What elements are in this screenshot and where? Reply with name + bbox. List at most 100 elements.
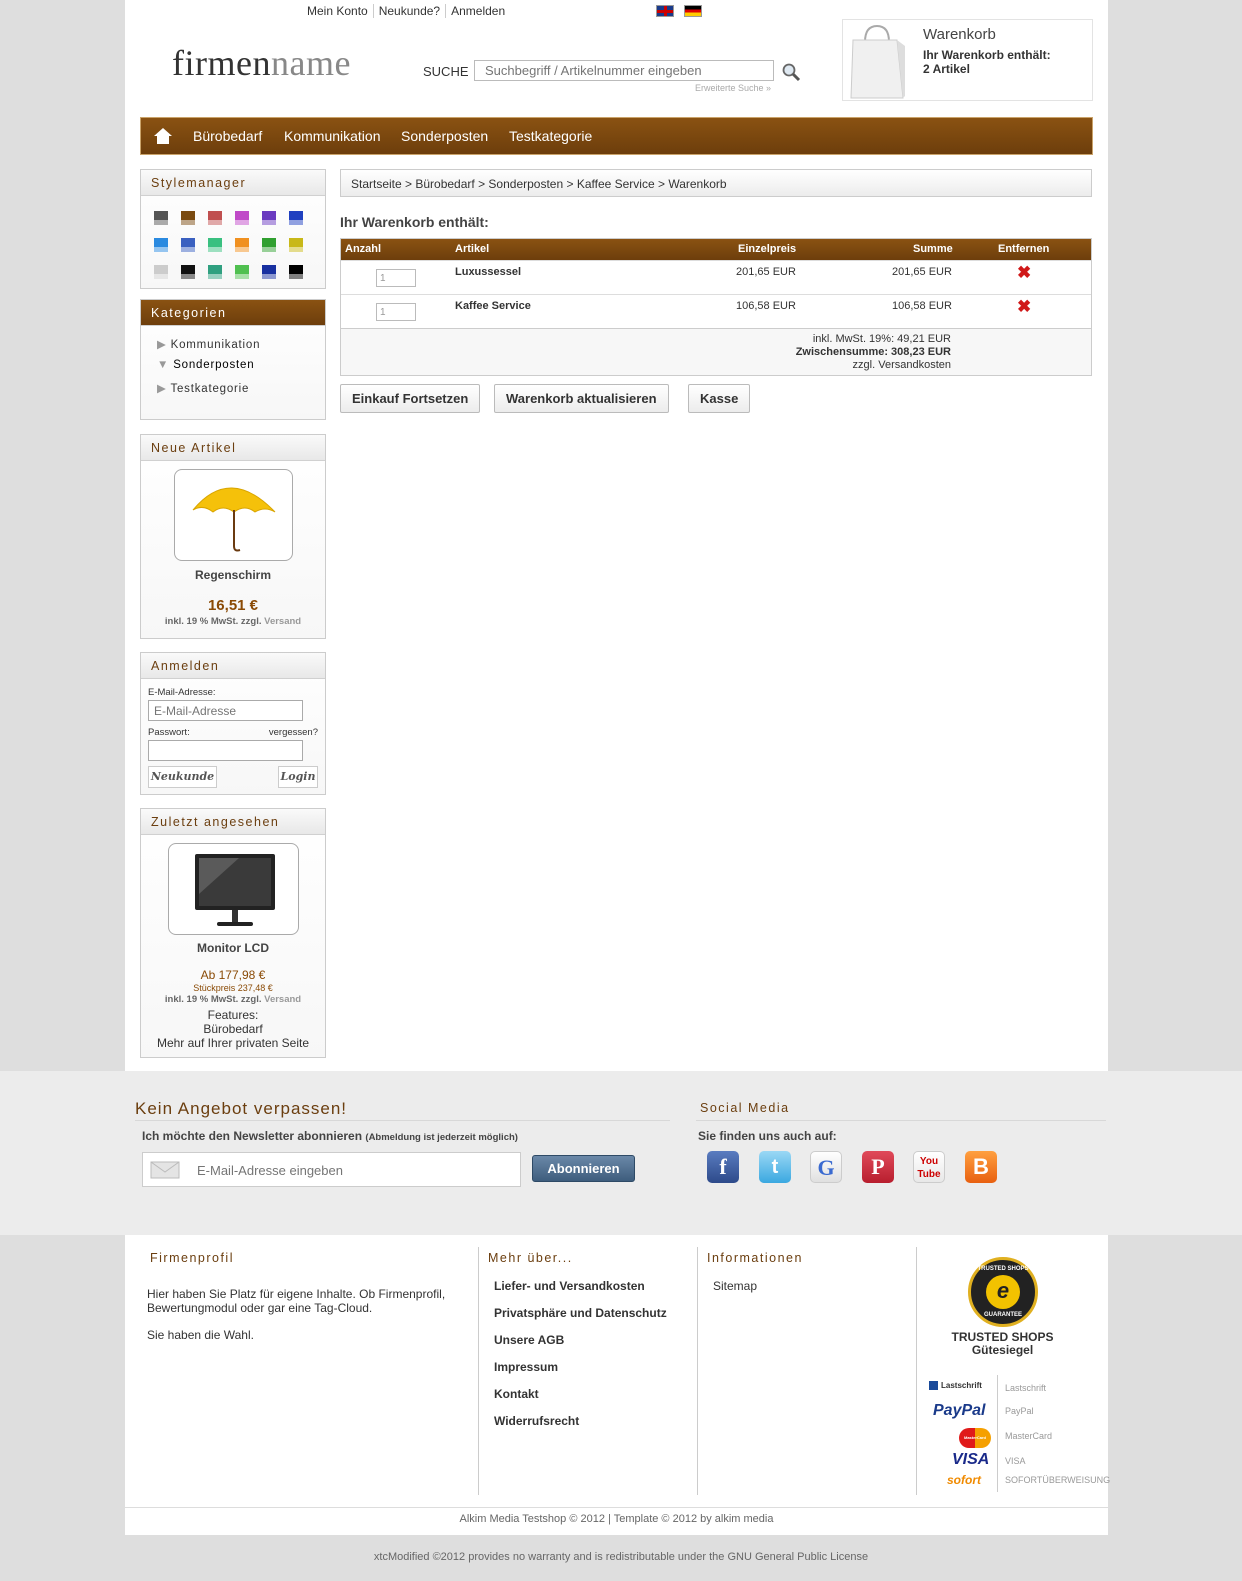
- forgot-password-link[interactable]: vergessen?: [269, 727, 318, 738]
- category-sonderposten[interactable]: ▼ Sonderposten: [157, 359, 254, 371]
- footer-link-withdrawal[interactable]: Widerrufsrecht: [494, 1414, 579, 1428]
- footer-link-privacy[interactable]: Privatsphäre und Datenschutz: [494, 1306, 667, 1320]
- color-swatch[interactable]: [208, 238, 222, 252]
- license-note: xtcModified ©2012 provides no warranty a…: [373, 1551, 869, 1563]
- color-swatch[interactable]: [289, 265, 303, 279]
- footer-link-imprint[interactable]: Impressum: [494, 1360, 558, 1374]
- payment-logo-paypal: PayPal: [933, 1402, 986, 1419]
- footer-link-shipping[interactable]: Liefer- und Versandkosten: [494, 1279, 645, 1293]
- newsletter-text: Ich möchte den Newsletter abonnieren (Ab…: [142, 1129, 518, 1143]
- categories-box: Kategorien ▶ Kommunikation ▼ Sonderposte…: [140, 299, 326, 420]
- stylemanager-box: Stylemanager: [140, 169, 326, 289]
- product-image-monitor[interactable]: [168, 843, 299, 935]
- trusted-shops-seal[interactable]: TRUSTED SHOPS e GUARANTEE: [968, 1257, 1038, 1327]
- color-swatch[interactable]: [289, 238, 303, 252]
- shipping-link[interactable]: Versand: [264, 616, 301, 627]
- item-name[interactable]: Kaffee Service: [455, 300, 531, 312]
- item-sum: 201,65 EUR: [892, 266, 952, 278]
- quantity-input[interactable]: [376, 303, 416, 321]
- color-swatch[interactable]: [262, 238, 276, 252]
- flag-en-icon[interactable]: [656, 5, 674, 17]
- private-page-link[interactable]: Mehr auf Ihrer privaten Seite: [141, 1036, 325, 1050]
- quantity-input[interactable]: [376, 269, 416, 287]
- update-cart-button[interactable]: Warenkorb aktualisieren: [494, 384, 669, 413]
- nav-item-testkategorie[interactable]: Testkategorie: [509, 128, 592, 144]
- color-swatch[interactable]: [235, 211, 249, 225]
- new-customer-button[interactable]: Neukunde: [148, 766, 217, 788]
- recent-item-unit-price: Stückpreis 237,48 €: [193, 983, 273, 993]
- login-button[interactable]: Login: [278, 766, 318, 788]
- page-title: Ihr Warenkorb enthält:: [340, 214, 489, 230]
- shipping-link[interactable]: Versand: [264, 994, 301, 1005]
- password-field[interactable]: [148, 740, 303, 761]
- payment-visa: VISA: [1005, 1456, 1026, 1466]
- login-box: Anmelden E-Mail-Adresse: Passwort: verge…: [140, 652, 326, 795]
- breadcrumb[interactable]: Startseite > Bürobedarf > Sonderposten >…: [340, 169, 1092, 197]
- nav-item-kommunikation[interactable]: Kommunikation: [284, 128, 381, 144]
- continue-shopping-button[interactable]: Einkauf Fortsetzen: [340, 384, 481, 413]
- more-about-title: Mehr über...: [488, 1251, 573, 1265]
- subscribe-button[interactable]: Abonnieren: [532, 1155, 635, 1182]
- color-swatch[interactable]: [181, 238, 195, 252]
- payment-mastercard: MasterCard: [1005, 1431, 1053, 1441]
- facebook-icon[interactable]: f: [707, 1151, 739, 1183]
- shopping-bag-icon: [850, 24, 905, 99]
- pinterest-icon[interactable]: P: [862, 1151, 894, 1183]
- payment-lastschrift: Lastschrift: [1005, 1383, 1047, 1393]
- divider: [135, 1120, 670, 1121]
- register-link[interactable]: Neukunde?: [374, 4, 447, 18]
- category-testkategorie[interactable]: ▶ Testkategorie: [157, 381, 249, 395]
- item-unit-price: 106,58 EUR: [736, 300, 796, 312]
- home-icon[interactable]: [153, 127, 173, 145]
- top-links: Mein Konto Neukunde? Anmelden: [302, 4, 510, 18]
- blogger-icon[interactable]: B: [965, 1151, 997, 1183]
- nav-item-buerobedarf[interactable]: Bürobedarf: [193, 128, 262, 144]
- checkout-button[interactable]: Kasse: [688, 384, 751, 413]
- color-swatch[interactable]: [208, 211, 222, 225]
- newsletter-email-input[interactable]: [187, 1158, 507, 1182]
- categories-title: Kategorien: [141, 300, 325, 326]
- color-swatch[interactable]: [262, 211, 276, 225]
- footer-link-contact[interactable]: Kontakt: [494, 1387, 539, 1401]
- color-swatch[interactable]: [289, 211, 303, 225]
- monitor-icon: [195, 854, 275, 926]
- payment-logo-mastercard: MasterCard: [959, 1428, 991, 1448]
- cart-table-header: Anzahl Artikel Einzelpreis Summe Entfern…: [341, 239, 1091, 260]
- color-swatch[interactable]: [181, 265, 195, 279]
- twitter-icon[interactable]: t: [759, 1151, 791, 1183]
- category-kommunikation[interactable]: ▶ Kommunikation: [157, 337, 260, 351]
- flag-de-icon[interactable]: [684, 5, 702, 17]
- color-swatch[interactable]: [154, 238, 168, 252]
- shipping-costs-line: zzgl. Versandkosten: [852, 359, 951, 371]
- color-swatch[interactable]: [181, 211, 195, 225]
- color-swatch[interactable]: [235, 265, 249, 279]
- advanced-search-link[interactable]: Erweiterte Suche »: [695, 83, 771, 93]
- nav-item-sonderposten[interactable]: Sonderposten: [401, 128, 488, 144]
- seal-logo: e: [986, 1275, 1020, 1309]
- item-name[interactable]: Luxussessel: [455, 266, 521, 278]
- color-swatch[interactable]: [262, 265, 276, 279]
- remove-icon[interactable]: ✖: [1017, 263, 1031, 283]
- remove-icon[interactable]: ✖: [1017, 297, 1031, 317]
- footer-link-sitemap[interactable]: Sitemap: [713, 1279, 757, 1293]
- my-account-link[interactable]: Mein Konto: [302, 4, 374, 18]
- color-swatch[interactable]: [235, 238, 249, 252]
- color-swatch[interactable]: [208, 265, 222, 279]
- color-swatch[interactable]: [154, 211, 168, 225]
- cart-summary-box[interactable]: Warenkorb Ihr Warenkorb enthält: 2 Artike…: [842, 19, 1093, 101]
- logo[interactable]: firmenname: [172, 42, 351, 84]
- company-profile-title: Firmenprofil: [150, 1251, 234, 1265]
- footer-link-terms[interactable]: Unsere AGB: [494, 1333, 564, 1347]
- search-input[interactable]: [474, 60, 774, 81]
- new-item-name[interactable]: Regenschirm: [141, 568, 325, 582]
- payment-paypal: PayPal: [1005, 1406, 1034, 1416]
- search-icon[interactable]: [781, 62, 801, 82]
- google-icon[interactable]: G: [810, 1151, 842, 1183]
- color-swatch[interactable]: [154, 265, 168, 279]
- login-link[interactable]: Anmelden: [446, 4, 510, 18]
- youtube-icon[interactable]: You Tube: [913, 1151, 945, 1183]
- recent-item-name[interactable]: Monitor LCD: [141, 941, 325, 955]
- product-image-umbrella[interactable]: [174, 469, 293, 561]
- main-navigation: Bürobedarf Kommunikation Sonderposten Te…: [140, 117, 1093, 155]
- email-field[interactable]: [148, 700, 303, 721]
